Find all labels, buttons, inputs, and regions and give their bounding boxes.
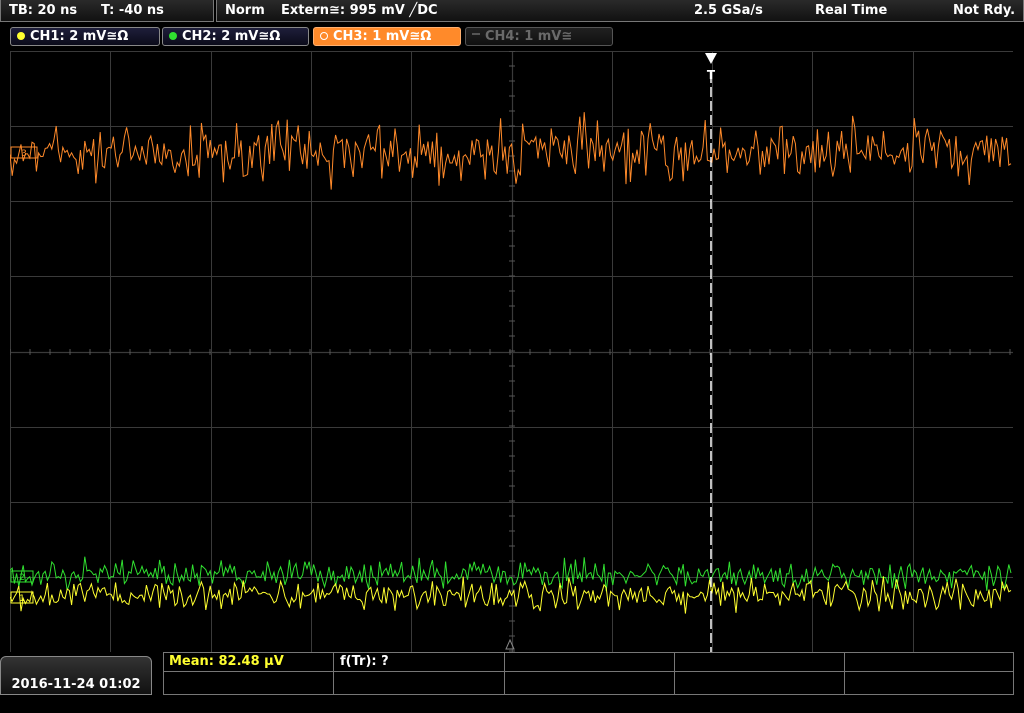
datetime-box[interactable]: 2016-11-24 01:02	[0, 656, 152, 695]
status-bar: TB: 20 ns T: -40 ns Norm Extern≅: 995 mV…	[0, 0, 1024, 24]
frequency-measurement: f(Tr): ?	[340, 654, 389, 669]
trigger-status-box[interactable]: Norm Extern≅: 995 mV ╱DC 2.5 GSa/s Real …	[216, 0, 1024, 22]
acquisition-state-label: Not Rdy.	[953, 3, 1016, 18]
channel-1-button[interactable]: CH1: 2 mV≅Ω	[10, 27, 160, 46]
mean-measurement: Mean: 82.48 µV	[169, 654, 284, 669]
channel-bar: CH1: 2 mV≅Ω CH2: 2 mV≅Ω CH3: 1 mV≅Ω CH4:…	[0, 24, 1024, 48]
channel-4-button[interactable]: CH4: 1 mV≅	[465, 27, 613, 46]
channel-1-indicator-icon	[17, 31, 25, 40]
channel-3-trace	[10, 112, 1012, 190]
channel-3-label: CH3: 1 mV≅Ω	[333, 29, 432, 44]
channel-2-label: CH2: 2 mV≅Ω	[182, 29, 281, 44]
channel-3-marker-label: 3	[21, 149, 27, 159]
trigger-position-icon[interactable]	[705, 53, 717, 64]
channel-3-button[interactable]: CH3: 1 mV≅Ω	[313, 27, 461, 46]
trigger-marker-label: T	[707, 68, 716, 82]
channel-4-label: CH4: 1 mV≅	[485, 29, 573, 44]
channel-3-offset-marker[interactable]: 3	[10, 146, 38, 159]
channel-2-trace	[10, 556, 1012, 592]
channel-1-marker-label: 1	[19, 594, 25, 604]
acquisition-mode-label: Real Time	[815, 3, 888, 18]
timebase-box[interactable]: TB: 20 ns T: -40 ns	[0, 0, 214, 22]
channel-2-indicator-icon	[169, 31, 177, 40]
bottom-bar: 2016-11-24 01:02 Mean: 82.48 µV f(Tr): ?	[0, 652, 1024, 695]
datetime-label: 2016-11-24 01:02	[11, 677, 141, 692]
trigger-mode-label: Norm	[225, 3, 265, 18]
sample-rate-label: 2.5 GSa/s	[694, 3, 763, 18]
trigger-time-label: T: -40 ns	[101, 3, 164, 18]
trigger-source-label: Extern≅: 995 mV ╱DC	[281, 3, 438, 18]
channel-1-trace	[10, 576, 1012, 614]
channel-2-button[interactable]: CH2: 2 mV≅Ω	[162, 27, 309, 46]
channel-1-label: CH1: 2 mV≅Ω	[30, 29, 129, 44]
timebase-label: TB: 20 ns	[9, 3, 78, 18]
channel-4-indicator-icon	[472, 32, 480, 35]
channel-3-indicator-icon	[320, 31, 328, 40]
waveform-display[interactable]: T 3 2 1	[10, 51, 1013, 652]
channel-2-marker-label: 2	[19, 573, 25, 583]
measurement-panel[interactable]: Mean: 82.48 µV f(Tr): ?	[163, 652, 1014, 695]
measurement-grid	[163, 652, 1014, 695]
